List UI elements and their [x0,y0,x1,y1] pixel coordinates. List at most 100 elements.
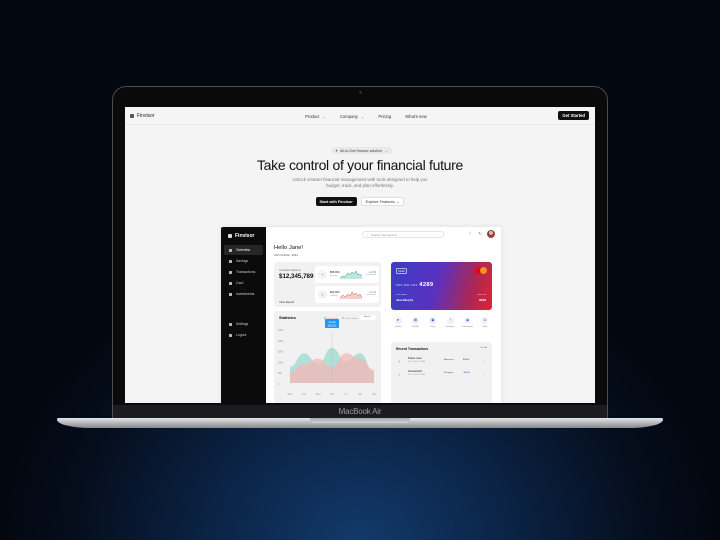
x-tick-label: Wed [316,393,322,396]
income-label: Income [330,275,338,277]
sidebar-label: Overview [236,248,251,252]
tx-amount: -$5000 [463,372,470,374]
sparkle-icon: ✦ [335,148,339,153]
tx-date: 24 Oct 2024, 9:20AM [408,361,425,363]
explore-label: Explore Features [365,199,395,204]
sidebar-item-overview[interactable]: Overview [224,245,263,255]
sidebar-item-card[interactable]: Card [224,278,263,288]
view-report-link[interactable]: View Report [279,300,294,304]
topup-icon: ▣ [429,317,437,324]
card-last4: 4289 [419,282,434,288]
site-nav: Finvisor Product ⌄ Company ⌄ Pricing What'… [125,107,595,125]
tx-category: Allowance [444,359,454,361]
action-top-up[interactable]: ▣ Top up [426,317,440,328]
more-vertical-icon[interactable]: ⋮ [483,358,486,362]
sidebar-label: Logout [236,333,247,337]
nav-company[interactable]: Company ⌄ [340,114,364,119]
arrow-up-icon: ↑ [398,359,400,364]
more-icon: ⊙ [481,317,489,324]
pct-sub: Last Month [366,294,376,296]
avatar[interactable] [487,230,495,238]
chevron-down-icon: ⌄ [322,113,326,119]
nav-label: Product [305,113,320,119]
income-card: + $55,000 Income +8.4% Last Month [315,266,379,283]
sidebar-label: Transactions [236,270,256,274]
gear-icon [229,322,232,326]
balance-value: $12,345,789 [279,273,314,280]
piggy-icon [229,259,232,263]
nav-pricing[interactable]: Pricing [378,114,391,119]
see-all-link[interactable]: See All [480,347,487,349]
sidebar-item-settings[interactable]: Settings [224,319,263,329]
valid-date: 09/28 [479,298,486,302]
chevron-down-icon: ⌄ [360,113,365,119]
statistics-chart: $40k $30k $20k $10k $5k 0 Mon Tue Wed Thu Fri Sat Su… [278,319,377,396]
holder-label: Card Holder [396,294,407,296]
income-amount: $55,000 [330,271,340,274]
plus-icon: + [318,270,327,279]
pct-sub: Last Month [366,274,376,276]
more-vertical-icon[interactable]: ⋮ [483,371,486,375]
sidebar-label: Settings [236,322,249,326]
top-icons: ☾ ↻ [469,230,495,238]
sidebar-item-investments[interactable]: Investments [224,289,263,299]
nav-whats-new[interactable]: What's new [405,114,427,119]
action-transfer[interactable]: ➤ Transfer [391,317,405,328]
tooltip-text: $20,000 [328,325,337,328]
statistics-card: Statistics Total Inflow Total Outflow We… [274,311,381,403]
sidebar-bottom: Settings Logout [221,318,266,341]
sidebar-item-savings[interactable]: Savings [224,256,263,266]
action-pay-bills[interactable]: ▤ Pay Bills [408,317,422,328]
search-placeholder: Search transactions... [370,232,400,237]
site-brand[interactable]: Finvisor [130,113,155,119]
search-input[interactable]: ⌕ Search transactions... [362,231,444,238]
y-tick-label: $40k [278,329,284,332]
action-more[interactable]: ⊙ More [478,317,492,328]
explore-features-button[interactable]: Explore Features → [360,197,405,206]
transaction-row[interactable]: ↑ Peace Jean 24 Oct 2024, 9:20AM Allowan… [396,357,487,366]
card-type: Debit [396,268,408,274]
y-tick-label: $10k [278,361,284,364]
nav-links: Product ⌄ Company ⌄ Pricing What's new [305,107,427,125]
transactions-title: Recent Transactions [396,347,429,351]
moon-icon[interactable]: ☾ [469,231,473,237]
outflow-amount: $23,000 [330,291,340,294]
action-investment[interactable]: ◔ Investment [443,317,457,328]
arrow-down-icon: ↓ [398,372,400,377]
logout-icon [229,333,232,337]
tx-date: 24 Oct 2024, 8:10AM [408,374,425,376]
start-button[interactable]: Start with Finvisor [315,197,357,206]
arrow-right-icon: → [395,199,400,204]
get-started-button[interactable]: Get Started [558,111,589,120]
outflow-card: ↑ $23,000 Outflow +2.1% Last Month [315,286,379,303]
hero-subtitle: Unlock smarter financial management with… [292,177,428,188]
refresh-icon[interactable]: ↻ [478,231,482,237]
arrow-icon: ↑ [318,290,327,299]
balance-card: Available Balance $12,345,789 View Repor… [274,262,381,307]
sidebar-item-logout[interactable]: Logout [224,330,263,340]
recent-transactions: Recent Transactions See All ↑ Peace Jean… [391,342,492,403]
y-tick-label: 0 [278,383,280,386]
send-icon: ➤ [394,317,402,324]
income-pct: +8.4% Last Month [366,271,376,276]
laptop-base [57,418,663,428]
outflow-pct: +2.1% Last Month [366,291,376,296]
nav-product[interactable]: Product ⌄ [305,114,326,119]
debit-card[interactable]: Debit •••• •••• •••• 4289 Card Holder Jan… [391,262,492,310]
outflow-label: Outflow [330,295,338,297]
sidebar-label: Investments [236,292,255,296]
tx-name: Samantha P. [408,370,423,373]
hero-pill[interactable]: ✦ All-in-One finance solution → [331,147,392,154]
hero-title: Take control of your financial future [256,157,464,173]
card-icon [229,281,232,285]
search-icon: ⌕ [367,232,369,237]
dashboard-preview: Finvisor Overview Savings Transactions C… [221,227,501,403]
valid-label: Valid Thru [477,294,486,296]
transaction-row[interactable]: ↓ Samantha P. 24 Oct 2024, 8:10AM Shoppi… [396,370,487,379]
brand-name: Finvisor [235,233,255,239]
sub-icon: ◉ [464,317,472,324]
screen: Finvisor Product ⌄ Company ⌄ Pricing What'… [125,107,595,403]
camera [359,91,362,94]
sidebar-item-transactions[interactable]: Transactions [224,267,263,277]
action-subscriptions[interactable]: ◉ Subscriptions [461,317,475,328]
